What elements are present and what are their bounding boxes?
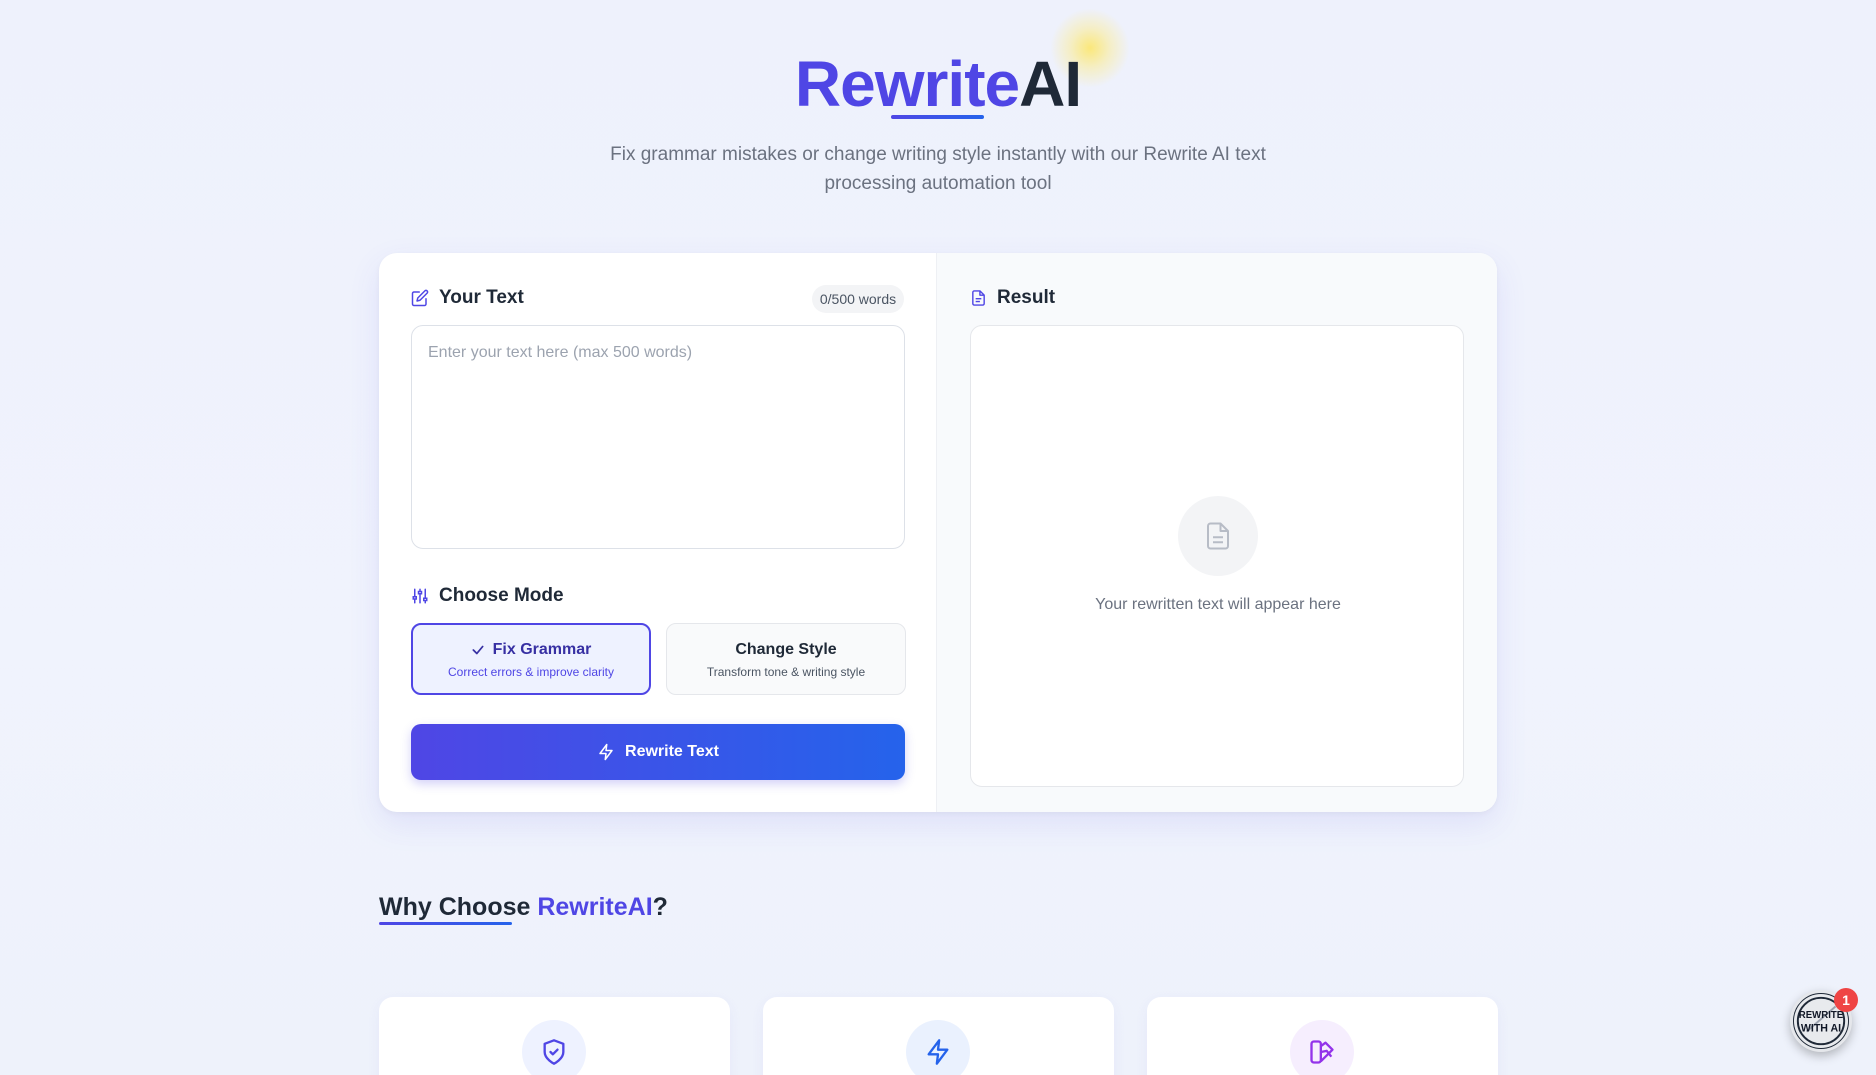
result-placeholder-text: Your rewritten text will appear here <box>1095 596 1341 613</box>
logo-part-rewrite: Rewrite <box>794 48 1020 120</box>
sliders-icon <box>412 588 428 604</box>
rewrite-card: Your Text 0/500 words Choose Mode Fix Gr… <box>379 253 1497 812</box>
notification-badge: 1 <box>1834 988 1858 1012</box>
your-text-title: Your Text <box>439 287 524 308</box>
word-count-badge: 0/500 words <box>812 285 904 313</box>
result-label: Result <box>970 287 1055 309</box>
feature-card-3 <box>1147 997 1498 1075</box>
result-empty-icon-wrap <box>1178 496 1258 576</box>
rewrite-text-label: Rewrite Text <box>625 743 719 760</box>
result-title: Result <box>997 287 1056 308</box>
why-choose-heading: Why Choose RewriteAI? <box>379 893 668 922</box>
tagline: Fix grammar mistakes or change writing s… <box>610 144 1266 194</box>
fix-grammar-title: Fix Grammar <box>492 641 592 658</box>
app-logo: RewriteAI <box>0 46 1876 122</box>
logo-part-ai: AI <box>1019 48 1082 120</box>
feature-icon-wrap-1 <box>522 1020 586 1075</box>
feature-icon-wrap-2 <box>906 1020 970 1075</box>
check-icon <box>472 645 484 655</box>
document-icon <box>972 290 985 306</box>
why-choose-underline <box>379 922 512 925</box>
lightning-icon <box>599 743 613 761</box>
change-style-subtitle: Transform tone & writing style <box>706 665 866 679</box>
text-input[interactable] <box>411 325 905 549</box>
feature-card-1 <box>379 997 730 1075</box>
mode-fix-grammar-button[interactable]: Fix Grammar Correct errors & improve cla… <box>411 623 651 695</box>
your-text-label: Your Text <box>411 287 524 309</box>
why-choose-prefix: Why Choose <box>379 893 538 921</box>
avatar-text-line1: REWRITE <box>1799 1010 1844 1021</box>
change-style-title: Change Style <box>735 641 837 658</box>
choose-mode-label: Choose Mode <box>411 585 564 607</box>
why-choose-accent: RewriteAI <box>537 893 653 921</box>
rewrite-text-button[interactable]: Rewrite Text <box>411 724 905 780</box>
fix-grammar-subtitle: Correct errors & improve clarity <box>447 665 615 679</box>
result-output-box: Your rewritten text will appear here <box>970 325 1464 787</box>
logo-underline <box>891 115 984 119</box>
mode-change-style-button[interactable]: Change Style Transform tone & writing st… <box>666 623 906 695</box>
feature-icon-wrap-3 <box>1290 1020 1354 1075</box>
lightning-icon <box>927 1039 949 1065</box>
document-placeholder-icon <box>1207 522 1229 550</box>
feature-card-2 <box>763 997 1114 1075</box>
choose-mode-title: Choose Mode <box>439 585 564 606</box>
swatch-icon <box>1310 1040 1334 1064</box>
shield-check-icon <box>543 1039 565 1065</box>
avatar-text-line2: WITH AI <box>1801 1023 1841 1035</box>
edit-icon <box>411 289 429 307</box>
why-choose-suffix: ? <box>652 893 668 921</box>
